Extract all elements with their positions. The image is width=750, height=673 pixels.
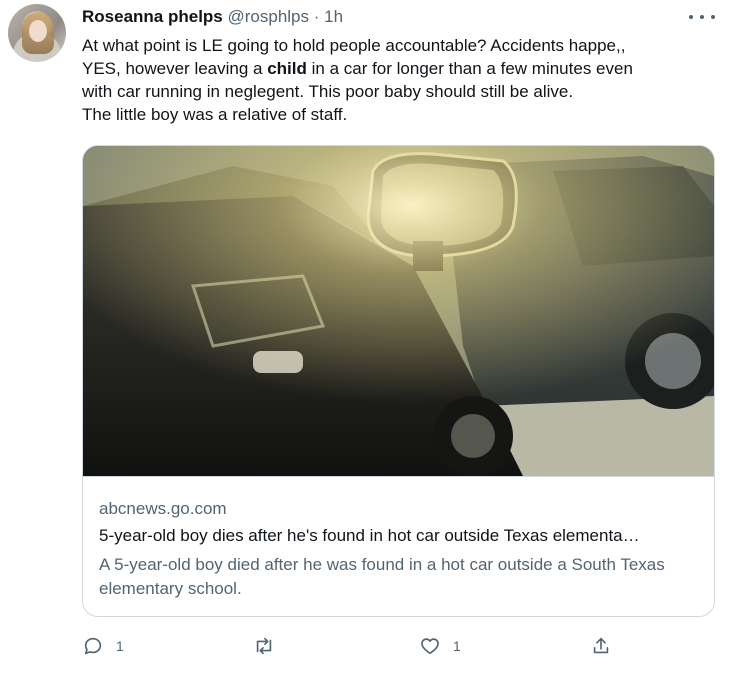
- car-photo-illustration: [83, 146, 714, 476]
- tweet-line-3: with car running in neglegent. This poor…: [82, 82, 574, 101]
- share-button[interactable]: [590, 634, 612, 658]
- tweet-time[interactable]: 1h: [324, 7, 343, 26]
- like-count: 1: [453, 638, 461, 654]
- author-handle[interactable]: @rosphlps: [228, 7, 310, 26]
- tweet-actions: 1 1: [82, 634, 722, 658]
- avatar-face: [29, 20, 47, 42]
- avatar[interactable]: [8, 4, 66, 62]
- tweet-line-2: YES, however leaving a child in a car fo…: [82, 57, 722, 80]
- tweet-line-2-end: in a car for longer than a few minutes e…: [306, 59, 633, 78]
- tweet-line-1: At what point is LE going to hold people…: [82, 36, 626, 55]
- link-card[interactable]: abcnews.go.com 5-year-old boy dies after…: [82, 145, 715, 617]
- retweet-button[interactable]: [253, 634, 275, 658]
- card-info[interactable]: abcnews.go.com 5-year-old boy dies after…: [83, 476, 714, 616]
- like-icon: [421, 638, 439, 655]
- tweet-bold-word: child: [267, 59, 307, 78]
- share-icon: [593, 637, 609, 654]
- separator: ·: [313, 7, 320, 26]
- more-icon[interactable]: [689, 10, 715, 24]
- reply-count: 1: [116, 638, 124, 654]
- retweet-icon: [256, 637, 272, 655]
- reply-button[interactable]: 1: [82, 634, 124, 658]
- tweet-line-2-start: YES, however leaving a: [82, 59, 268, 78]
- card-photo[interactable]: [83, 146, 714, 476]
- card-description: A 5-year-old boy died after he was found…: [99, 555, 665, 598]
- reply-icon: [84, 637, 102, 655]
- card-domain: abcnews.go.com: [99, 499, 227, 518]
- like-button[interactable]: 1: [419, 634, 461, 658]
- tweet-text: At what point is LE going to hold people…: [82, 34, 722, 126]
- tweet-line-4: The little boy was a relative of staff.: [82, 105, 348, 124]
- tweet-header: Roseanna phelps @rosphlps · 1h: [82, 7, 343, 27]
- author-name[interactable]: Roseanna phelps: [82, 7, 223, 26]
- card-title: 5-year-old boy dies after he's found in …: [99, 526, 640, 545]
